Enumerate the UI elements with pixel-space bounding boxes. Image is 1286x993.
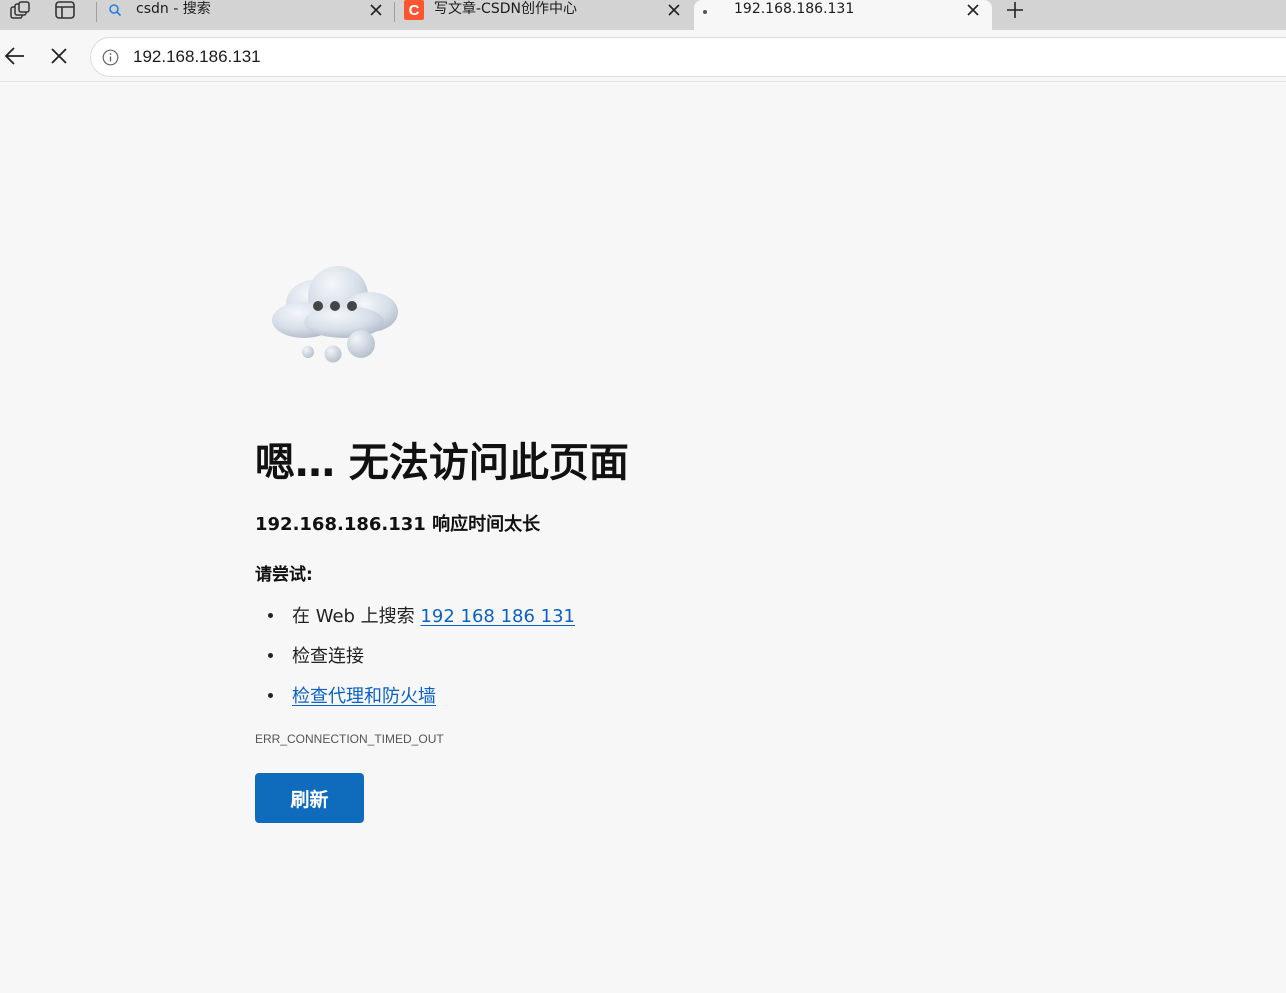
loading-dot-icon bbox=[703, 10, 707, 14]
workspaces-icon[interactable] bbox=[8, 0, 32, 22]
bullet bbox=[268, 653, 273, 658]
tab-title: 写文章-CSDN创作中心 bbox=[434, 1, 577, 17]
back-arrow-icon[interactable] bbox=[4, 45, 26, 71]
navigation-toolbar: 192.168.186.131 bbox=[0, 30, 1286, 82]
tab-divider bbox=[394, 2, 395, 22]
csdn-logo-icon: C bbox=[404, 0, 424, 20]
tab-strip: csdn - 搜索 C 写文章-CSDN创作中心 192.168.186.131 bbox=[0, 0, 1286, 30]
close-icon[interactable] bbox=[368, 2, 384, 18]
address-text[interactable]: 192.168.186.131 bbox=[133, 47, 261, 67]
suggestion-text: 在 Web 上搜索 bbox=[292, 606, 421, 627]
error-page: 嗯… 无法访问此页面 192.168.186.131 响应时间太长 请尝试: 在… bbox=[0, 82, 1286, 993]
close-icon[interactable] bbox=[965, 2, 981, 18]
new-tab-icon[interactable] bbox=[1003, 0, 1027, 22]
check-proxy-firewall-link[interactable]: 检查代理和防火墙 bbox=[292, 686, 436, 707]
address-bar[interactable]: 192.168.186.131 bbox=[90, 37, 1286, 77]
error-subtitle: 192.168.186.131 响应时间太长 bbox=[255, 514, 541, 535]
info-icon[interactable] bbox=[102, 49, 119, 70]
tab-csdn-search[interactable]: csdn - 搜索 bbox=[98, 0, 394, 30]
vertical-tabs-icon[interactable] bbox=[53, 0, 77, 22]
search-web-link[interactable]: 192 168 186 131 bbox=[420, 606, 575, 627]
error-code: ERR_CONNECTION_TIMED_OUT bbox=[255, 732, 444, 746]
error-heading: 嗯… 无法访问此页面 bbox=[255, 440, 629, 486]
tab-active-ip[interactable]: 192.168.186.131 bbox=[694, 0, 992, 30]
thinking-cloud-icon bbox=[266, 264, 402, 372]
suggestion-check-connection: 检查连接 bbox=[292, 646, 364, 667]
stop-loading-icon[interactable] bbox=[51, 48, 67, 68]
search-icon bbox=[108, 2, 122, 21]
refresh-button[interactable]: 刷新 bbox=[255, 773, 364, 823]
suggestion-search-web: 在 Web 上搜索 192 168 186 131 bbox=[292, 602, 575, 628]
tab-csdn-write[interactable]: C 写文章-CSDN创作中心 bbox=[396, 0, 692, 30]
suggestion-check-proxy: 检查代理和防火墙 bbox=[292, 682, 436, 708]
bullet bbox=[268, 693, 273, 698]
close-icon[interactable] bbox=[666, 2, 682, 18]
bullet bbox=[268, 613, 273, 618]
tab-title: csdn - 搜索 bbox=[136, 1, 211, 17]
try-label: 请尝试: bbox=[255, 565, 313, 585]
tab-title: 192.168.186.131 bbox=[734, 1, 855, 17]
tab-divider bbox=[96, 2, 97, 22]
